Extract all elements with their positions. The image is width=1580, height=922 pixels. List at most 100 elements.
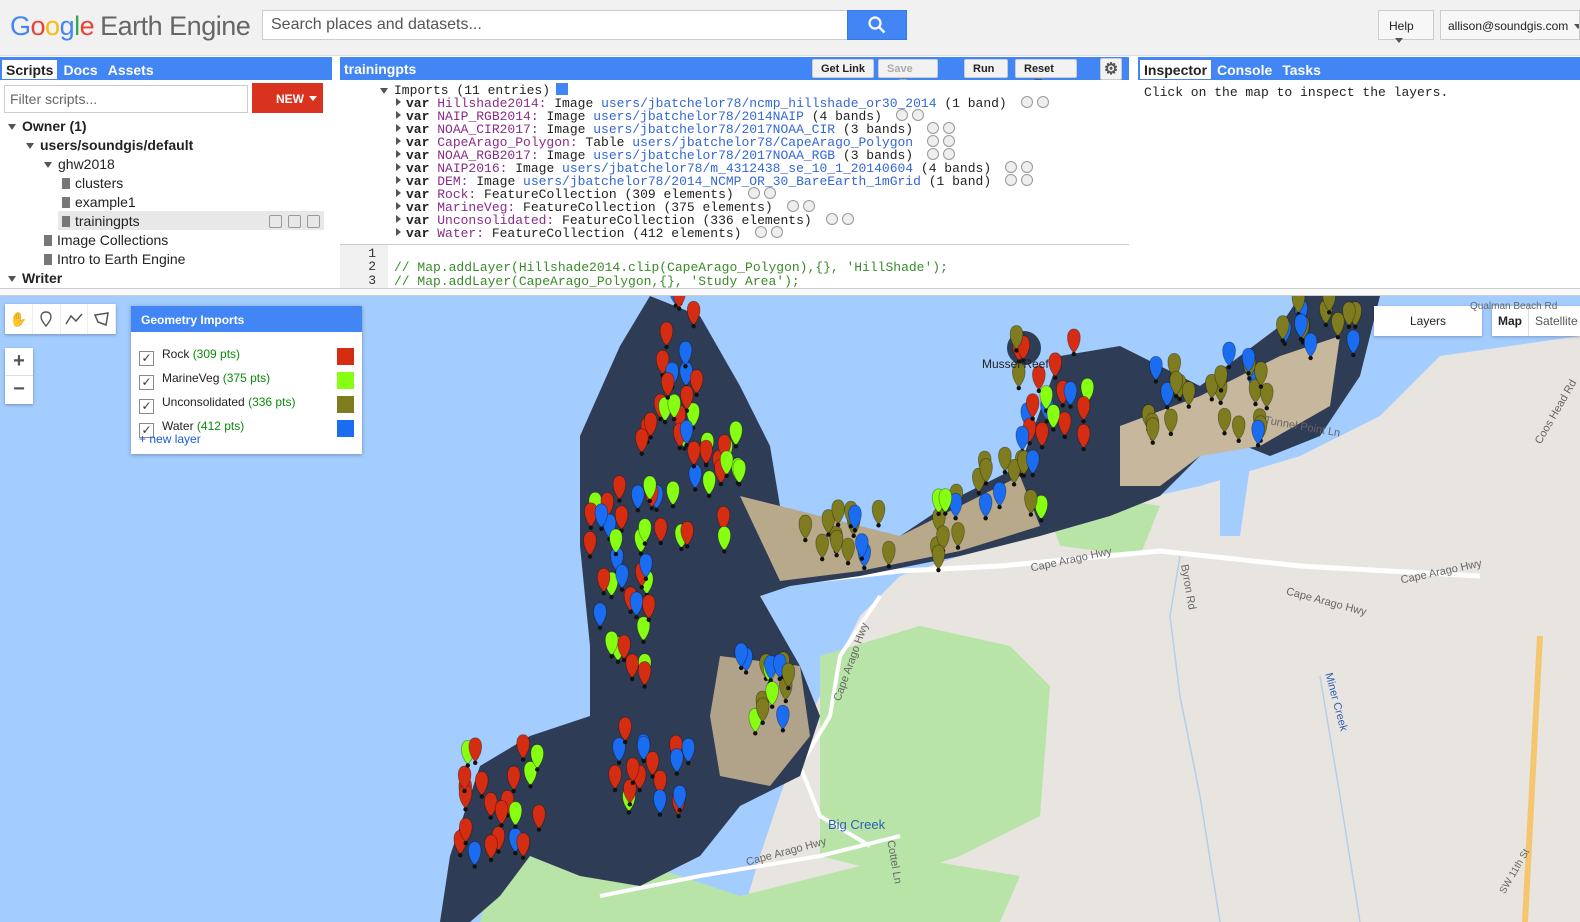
tab-tasks[interactable]: Tasks bbox=[1278, 60, 1325, 79]
drawing-toolbar: ✋ bbox=[5, 304, 116, 334]
delete-icon[interactable] bbox=[307, 215, 320, 228]
visibility-icon[interactable] bbox=[1004, 161, 1017, 173]
geometry-imports-title[interactable]: Geometry Imports bbox=[131, 306, 362, 332]
reset-button[interactable]: Reset bbox=[1015, 59, 1077, 84]
tab-docs[interactable]: Docs bbox=[59, 60, 101, 79]
tab-assets[interactable]: Assets bbox=[104, 60, 158, 79]
target-icon[interactable] bbox=[1020, 161, 1033, 173]
document-icon[interactable] bbox=[556, 83, 569, 95]
file-icon bbox=[44, 235, 52, 246]
tree-repo[interactable]: users/soundgis/default bbox=[26, 137, 193, 153]
tab-inspector[interactable]: Inspector bbox=[1140, 60, 1212, 79]
import-entry[interactable]: var MarineVeg: FeatureCollection (375 el… bbox=[396, 200, 815, 214]
help-button[interactable]: Help bbox=[1378, 10, 1434, 44]
marker-dot bbox=[943, 511, 948, 516]
marker-dot bbox=[955, 545, 961, 550]
tab-scripts[interactable]: Scripts bbox=[2, 60, 58, 79]
checkbox[interactable]: ✓ bbox=[139, 375, 154, 390]
marker-dot bbox=[1021, 473, 1027, 478]
target-icon[interactable] bbox=[911, 109, 924, 121]
gear-icon[interactable] bbox=[747, 187, 760, 199]
pan-hand-tool[interactable]: ✋ bbox=[5, 304, 33, 334]
google-earth-engine-logo[interactable]: Google Earth Engine bbox=[10, 11, 251, 42]
import-entry[interactable]: var NOAA_RGB2017: Image users/jbatchelor… bbox=[396, 148, 955, 162]
visibility-icon[interactable] bbox=[926, 122, 939, 134]
color-swatch-water[interactable] bbox=[337, 420, 354, 437]
import-entry[interactable]: var NOAA_CIR2017: Image users/jbatchelor… bbox=[396, 122, 955, 136]
tree-file-trainingpts[interactable]: trainingpts bbox=[58, 211, 324, 230]
run-button[interactable]: Run bbox=[964, 59, 1008, 78]
search-input[interactable]: Search places and datasets... bbox=[262, 10, 848, 40]
user-account-button[interactable]: allison@soundgis.com bbox=[1440, 10, 1580, 40]
target-icon[interactable] bbox=[1020, 174, 1033, 186]
marker-dot bbox=[997, 504, 1002, 510]
gear-icon[interactable] bbox=[825, 213, 838, 225]
save-button[interactable]: Save bbox=[878, 59, 938, 84]
import-entry[interactable]: var Hillshade2014: Image users/jbatchelo… bbox=[396, 96, 1049, 110]
visibility-icon[interactable] bbox=[926, 148, 939, 160]
layers-button[interactable]: Layers bbox=[1374, 306, 1482, 336]
checkbox[interactable]: ✓ bbox=[139, 399, 154, 414]
get-link-button[interactable]: Get Link bbox=[812, 59, 875, 78]
import-entry[interactable]: var Rock: FeatureCollection (309 element… bbox=[396, 187, 776, 201]
marker-dot bbox=[845, 560, 851, 566]
add-marker-tool[interactable] bbox=[33, 304, 61, 334]
target-icon[interactable] bbox=[763, 187, 776, 199]
history-icon[interactable] bbox=[269, 215, 282, 228]
tab-console[interactable]: Console bbox=[1213, 60, 1276, 79]
target-icon[interactable] bbox=[942, 148, 955, 160]
marker-dot bbox=[496, 849, 501, 854]
tree-image-collections[interactable]: Image Collections bbox=[44, 232, 168, 248]
layer-rock[interactable]: ✓ Rock (309 pts) bbox=[139, 347, 240, 366]
layer-unconsolidated[interactable]: ✓ Unconsolidated (336 pts) bbox=[139, 395, 295, 414]
gear-icon[interactable] bbox=[786, 200, 799, 212]
tree-file-example1[interactable]: example1 bbox=[62, 194, 136, 210]
target-icon[interactable] bbox=[771, 226, 784, 238]
scripts-panel: Filter scripts... NEW Owner (1) users/so… bbox=[0, 80, 332, 288]
draw-line-tool[interactable] bbox=[61, 304, 89, 334]
visibility-icon[interactable] bbox=[895, 109, 908, 121]
zoom-out-button[interactable]: − bbox=[5, 376, 33, 404]
target-icon[interactable] bbox=[1036, 96, 1049, 108]
marker-dot bbox=[722, 549, 727, 554]
target-icon[interactable] bbox=[942, 135, 955, 147]
tree-owner[interactable]: Owner (1) bbox=[8, 118, 87, 134]
visibility-icon[interactable] bbox=[1004, 174, 1017, 186]
tree-file-clusters[interactable]: clusters bbox=[62, 175, 123, 191]
inspector-panel: Click on the map to inspect the layers. bbox=[1138, 80, 1580, 288]
color-swatch-unconsolidated[interactable] bbox=[337, 396, 354, 413]
import-entry[interactable]: var Unconsolidated: FeatureCollection (3… bbox=[396, 213, 854, 227]
search-button[interactable] bbox=[847, 10, 907, 40]
settings-button[interactable]: ⚙ bbox=[1100, 58, 1122, 80]
import-entry[interactable]: var DEM: Image users/jbatchelor78/2014_N… bbox=[396, 174, 1033, 188]
import-entry[interactable]: var Water: FeatureCollection (412 elemen… bbox=[396, 226, 784, 240]
visibility-icon[interactable] bbox=[926, 135, 939, 147]
filter-scripts-input[interactable]: Filter scripts... bbox=[4, 85, 248, 113]
map-view[interactable]: ✋ + − Geometry Imports ✓ Rock (309 pts) ✓… bbox=[0, 296, 1580, 922]
target-icon[interactable] bbox=[841, 213, 854, 225]
new-button[interactable]: NEW bbox=[252, 83, 323, 113]
new-layer-link[interactable]: + new layer bbox=[139, 432, 201, 446]
imports-header[interactable]: Imports (11 entries) bbox=[380, 83, 569, 97]
tree-folder[interactable]: ghw2018 bbox=[44, 156, 115, 172]
checkbox[interactable]: ✓ bbox=[139, 351, 154, 366]
import-entry[interactable]: var NAIP2016: Image users/jbatchelor78/m… bbox=[396, 161, 1033, 175]
marker-dot bbox=[1255, 442, 1261, 448]
marker-dot bbox=[617, 498, 622, 503]
import-entry[interactable]: var NAIP_RGB2014: Image users/jbatchelor… bbox=[396, 109, 924, 123]
visibility-icon[interactable] bbox=[1020, 96, 1033, 108]
layer-marineveg[interactable]: ✓ MarineVeg (375 pts) bbox=[139, 371, 270, 390]
gear-icon[interactable] bbox=[755, 226, 768, 238]
tree-writer[interactable]: Writer bbox=[8, 270, 62, 286]
code-editor[interactable]: 1 2 3 // Map.addLayer(Hillshade2014.clip… bbox=[340, 244, 1129, 288]
edit-icon[interactable] bbox=[288, 215, 301, 228]
import-entry[interactable]: var CapeArago_Polygon: Table users/jbatc… bbox=[396, 135, 955, 149]
target-icon[interactable] bbox=[942, 122, 955, 134]
color-swatch-marineveg[interactable] bbox=[337, 372, 354, 389]
target-icon[interactable] bbox=[802, 200, 815, 212]
tree-intro-earth-engine[interactable]: Intro to Earth Engine bbox=[44, 251, 185, 267]
draw-shape-tool[interactable] bbox=[88, 304, 116, 334]
zoom-in-button[interactable]: + bbox=[5, 348, 33, 376]
color-swatch-rock[interactable] bbox=[337, 348, 354, 365]
panel-resize-divider[interactable] bbox=[0, 288, 1580, 296]
